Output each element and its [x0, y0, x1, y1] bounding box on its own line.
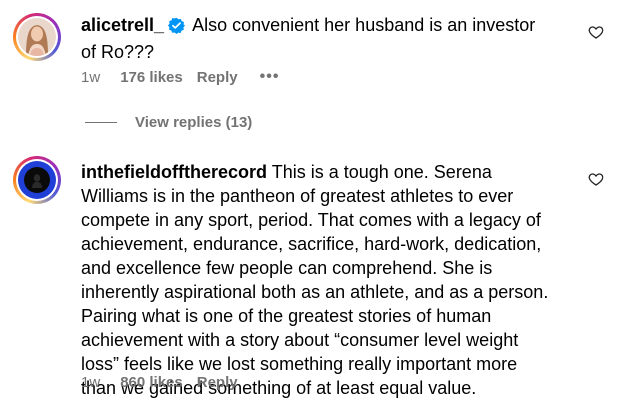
comment-meta: 1w 860 likes Reply: [81, 374, 260, 391]
likes-count[interactable]: 176 likes: [120, 69, 183, 86]
verified-badge-icon: [168, 16, 186, 40]
likes-count[interactable]: 860 likes: [120, 374, 183, 391]
comment-meta: 1w 176 likes Reply •••: [81, 68, 279, 86]
avatar-alicetrell[interactable]: [13, 13, 61, 61]
reply-button[interactable]: Reply: [197, 374, 238, 391]
comment-time: 1w: [81, 374, 101, 391]
like-heart-icon[interactable]: [588, 24, 604, 40]
comment-time: 1w: [81, 68, 101, 86]
comment-body: alicetrell_ Also convenient her husband …: [81, 13, 551, 64]
comment-text: This is a tough one. Serena Williams is …: [81, 162, 549, 398]
reply-button[interactable]: Reply: [197, 69, 238, 86]
comment-username[interactable]: alicetrell_: [81, 15, 164, 35]
like-heart-icon[interactable]: [588, 171, 604, 187]
comment-body: inthefieldofftherecord This is a tough o…: [81, 160, 551, 400]
more-options-icon[interactable]: •••: [260, 68, 280, 86]
divider-line: [85, 122, 117, 123]
view-replies-button[interactable]: View replies (13): [85, 114, 252, 131]
view-replies-label[interactable]: View replies (13): [135, 114, 252, 131]
avatar-inthefieldofftherecord[interactable]: [13, 156, 61, 204]
comment-username[interactable]: inthefieldofftherecord: [81, 162, 267, 182]
